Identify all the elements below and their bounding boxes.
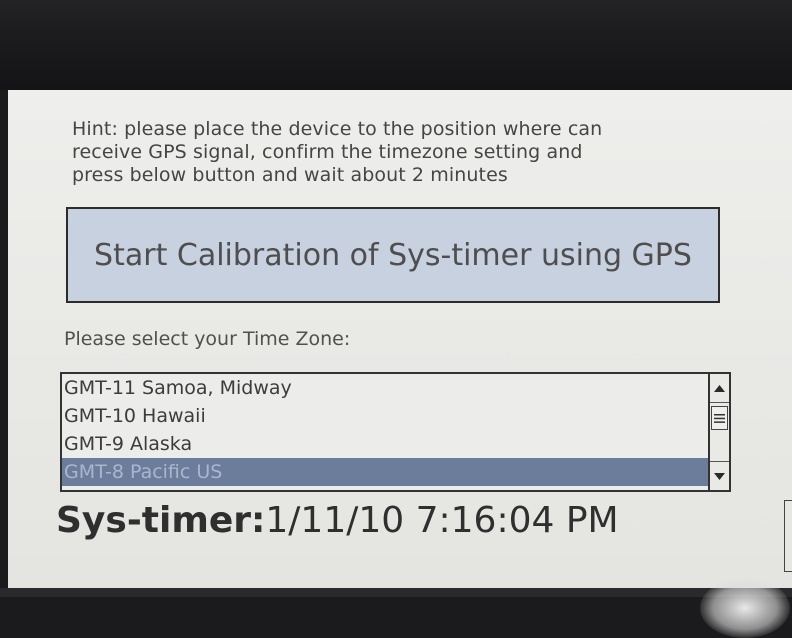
triangle-down-icon	[714, 472, 725, 480]
hint-line: receive GPS signal, confirm the timezone…	[72, 141, 583, 163]
grip-lines-icon	[714, 413, 725, 423]
timezone-option[interactable]: GMT-10 Hawaii	[62, 402, 708, 430]
sys-timer-status: Sys-timer:1/11/10 7:16:04 PM	[56, 500, 619, 541]
scroll-thumb[interactable]	[711, 406, 728, 430]
scroll-down-button[interactable]	[710, 461, 729, 490]
partial-button-edge[interactable]	[784, 500, 792, 572]
device-screen: Hint: please place the device to the pos…	[8, 90, 792, 588]
hint-line: Hint: please place the device to the pos…	[72, 118, 603, 140]
hint-line: press below button and wait about 2 minu…	[72, 164, 508, 186]
sys-timer-label: Sys-timer:	[56, 500, 266, 541]
start-calibration-button[interactable]: Start Calibration of Sys-timer using GPS	[66, 207, 720, 303]
triangle-up-icon	[714, 384, 725, 392]
timezone-option-selected[interactable]: GMT-8 Pacific US	[62, 458, 708, 486]
start-calibration-button-label: Start Calibration of Sys-timer using GPS	[94, 237, 692, 273]
sys-timer-value: 1/11/10 7:16:04 PM	[265, 500, 619, 541]
timezone-options: GMT-11 Samoa, Midway GMT-10 Hawaii GMT-9…	[62, 374, 708, 490]
device-bezel-top	[0, 0, 792, 90]
timezone-option[interactable]: GMT-11 Samoa, Midway	[62, 374, 708, 402]
timezone-option[interactable]: GMT-9 Alaska	[62, 430, 708, 458]
timezone-listbox[interactable]: GMT-11 Samoa, Midway GMT-10 Hawaii GMT-9…	[60, 372, 731, 492]
scroll-up-button[interactable]	[710, 374, 729, 403]
timezone-scrollbar[interactable]	[708, 374, 729, 490]
light-glare	[700, 578, 790, 638]
device-bezel-bottom	[0, 588, 792, 597]
hint-text: Hint: please place the device to the pos…	[72, 118, 712, 187]
timezone-label: Please select your Time Zone:	[64, 328, 351, 350]
